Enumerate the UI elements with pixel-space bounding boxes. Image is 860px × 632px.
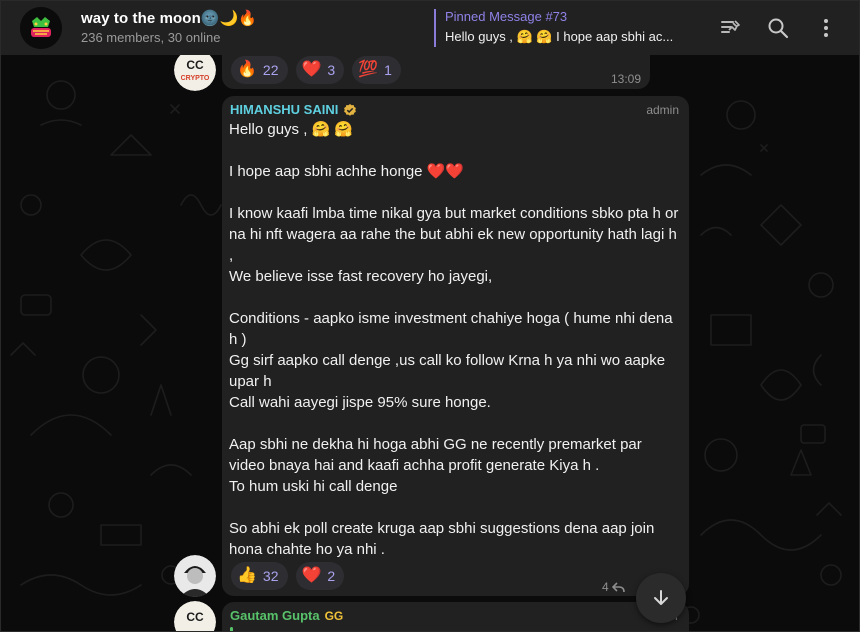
message-bubble[interactable]: 🔥 22 ❤️ 3 💯 1 13:09	[222, 55, 650, 89]
sender-name[interactable]: HIMANSHU SAINI	[230, 102, 338, 117]
reaction-chip[interactable]: 🔥 22	[231, 56, 288, 84]
message-time: 13:09	[610, 72, 641, 86]
sender-name-row[interactable]: Gautam Gupta GG	[230, 608, 343, 623]
admin-badge: admin	[646, 103, 679, 117]
reaction-count: 3	[327, 62, 336, 78]
message-paragraph: Gg sirf aapko call denge ,us call ko fol…	[229, 352, 666, 390]
pin-list-button[interactable]	[717, 15, 743, 41]
reaction-count: 32	[262, 568, 279, 584]
avatar-initials: CC	[186, 610, 204, 624]
message-bubble[interactable]: HIMANSHU SAINI admin Hello guys , 🤗 🤗 I …	[222, 96, 689, 596]
sender-badge: GG	[324, 608, 344, 623]
reaction-chip[interactable]: ❤️ 2	[295, 562, 345, 590]
replies-indicator[interactable]: 4	[602, 580, 625, 594]
message-paragraph	[229, 182, 679, 203]
message-paragraph: We believe isse fast recovery ho jayegi,	[229, 268, 493, 285]
message-text: Hello guys , 🤗 🤗 I hope aap sbhi achhe h…	[229, 119, 679, 560]
reaction-emoji: 🔥	[237, 61, 257, 78]
sender-name-row[interactable]: HIMANSHU SAINI	[230, 102, 357, 117]
message-paragraph: Call wahi aayegi jispe 95% sure honge.	[229, 394, 491, 411]
scroll-down-arrow-icon	[654, 590, 668, 605]
message-paragraph: Hello guys , 🤗 🤗	[229, 121, 354, 138]
search-button[interactable]	[765, 15, 791, 41]
message-paragraph: I hope aap sbhi achhe honge ❤️❤️	[229, 163, 465, 180]
pinned-message-label: Pinned Message #73	[445, 9, 568, 24]
message-paragraph: Aap sbhi ne dekha hi hoga abhi GG ne rec…	[229, 436, 642, 474]
reaction-count: 1	[384, 62, 392, 78]
search-icon	[768, 18, 789, 39]
message-bubble[interactable]: Gautam Gupta GG er	[222, 602, 689, 631]
message-paragraph: I know kaafi lmba time nikal gya but mar…	[229, 205, 679, 264]
sender-avatar[interactable]	[174, 555, 216, 597]
pinned-message-preview: Hello guys , 🤗 🤗 I hope aap sbhi ac...	[445, 29, 674, 44]
more-button[interactable]	[813, 15, 839, 41]
message-paragraph	[229, 497, 679, 518]
verified-badge-icon	[344, 103, 357, 116]
message-paragraph	[229, 413, 679, 434]
reply-arrow-icon	[611, 581, 625, 592]
pin-list-icon	[721, 20, 740, 33]
message-paragraph: To hum uski hi call denge	[229, 478, 398, 495]
more-vert-icon	[824, 19, 828, 37]
chat-header[interactable]: way to the moon🌚🌙🔥 236 members, 30 onlin…	[1, 1, 859, 55]
reaction-emoji: 👍	[237, 567, 257, 584]
reply-quote-bar	[230, 627, 233, 631]
avatar-initials: CC	[186, 58, 204, 72]
message-paragraph	[229, 287, 679, 308]
reaction-emoji: 💯	[358, 61, 379, 78]
reaction-chip[interactable]: ❤️ 3	[295, 56, 345, 84]
group-member-count: 236 members, 30 online	[81, 30, 221, 45]
reply-count: 4	[602, 580, 609, 594]
group-avatar[interactable]	[20, 7, 62, 49]
reaction-row: 👍 32 ❤️ 2	[231, 562, 345, 590]
reaction-chip[interactable]: 👍 32	[231, 562, 288, 590]
message-paragraph	[229, 140, 679, 161]
pinned-message-bar[interactable]: Pinned Message #73 Hello guys , 🤗 🤗 I ho…	[434, 9, 694, 47]
reaction-chip[interactable]: 💯 1	[352, 56, 401, 84]
reaction-emoji: ❤️	[301, 567, 322, 584]
avatar-subtext: CRYPTO	[181, 75, 210, 82]
reaction-count: 22	[262, 62, 279, 78]
scroll-down-button[interactable]	[636, 573, 686, 623]
reaction-row: 🔥 22 ❤️ 3 💯 1	[231, 56, 401, 84]
telegram-window: way to the moon🌚🌙🔥 236 members, 30 onlin…	[0, 0, 860, 632]
message-paragraph: Conditions - aapko isme investment chahi…	[229, 310, 673, 348]
sender-name[interactable]: Gautam Gupta	[230, 608, 320, 623]
message-paragraph: So abhi ek poll create kruga aap sbhi su…	[229, 520, 655, 558]
message-list[interactable]: CC CRYPTO 🔥 22 ❤️ 3 💯 1 13:09 HIMANSHU S…	[1, 55, 859, 631]
reaction-emoji: ❤️	[301, 61, 322, 78]
reaction-count: 2	[327, 568, 336, 584]
group-title[interactable]: way to the moon🌚🌙🔥	[81, 9, 257, 27]
